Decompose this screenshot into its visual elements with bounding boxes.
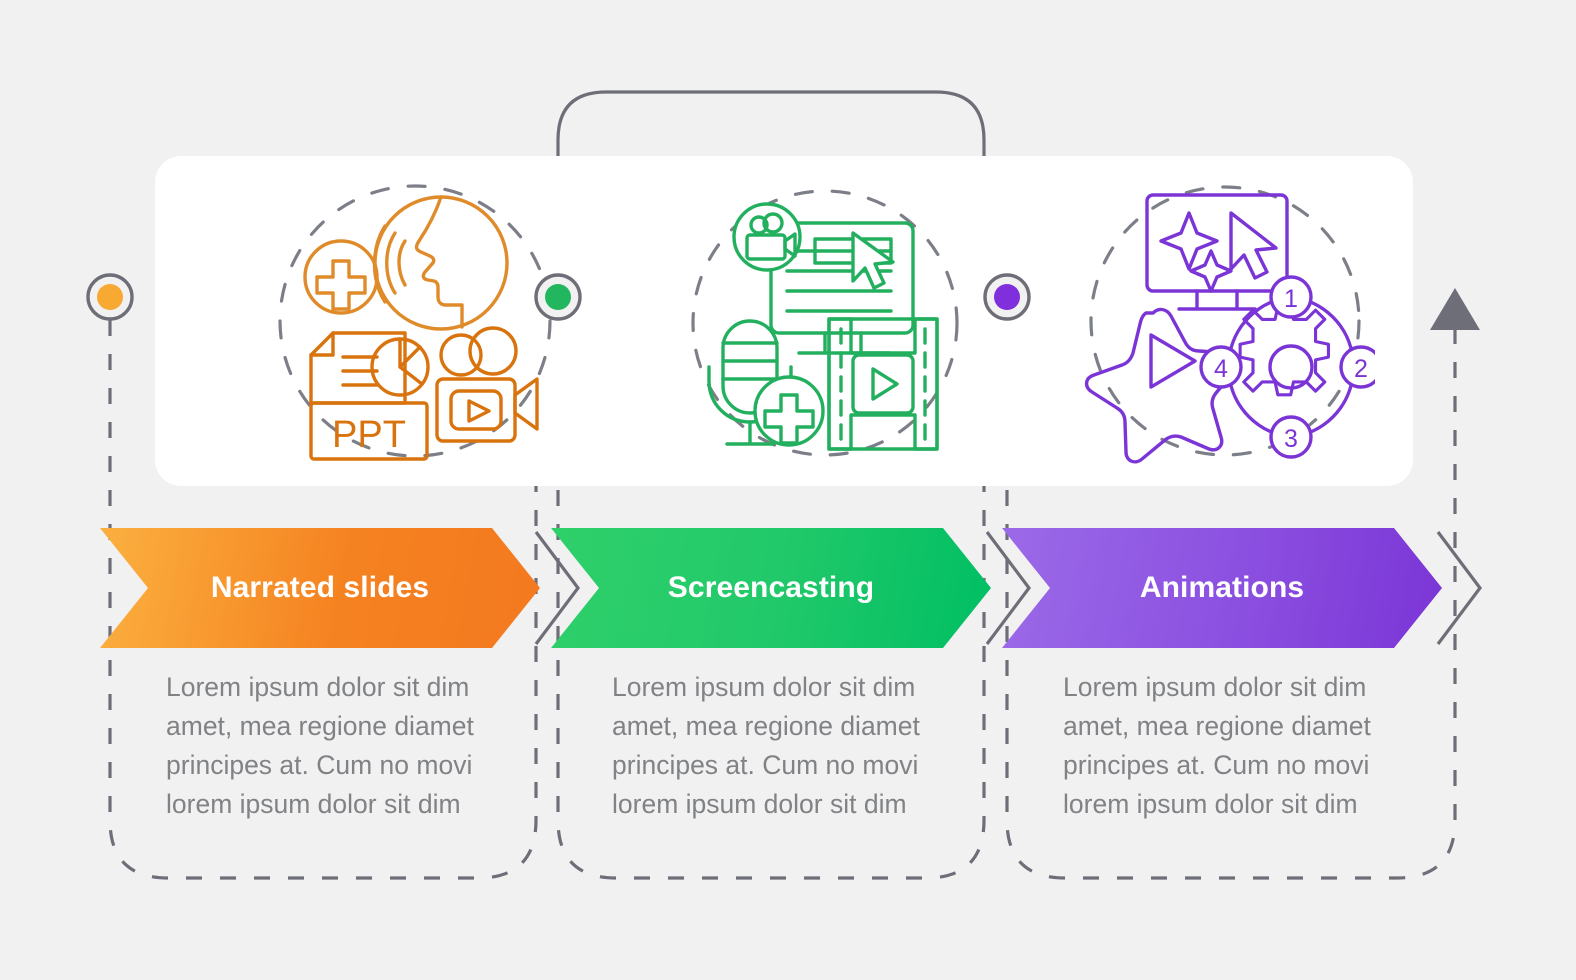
step-dot-3[interactable] xyxy=(983,273,1031,321)
step-banner-label: Screencasting xyxy=(667,571,875,604)
step-banner-animations[interactable]: Animations xyxy=(1002,528,1442,648)
infographic-root: PPT 1 2 3 4 Narrated slides Screencastin… xyxy=(0,0,1576,980)
chevron-separator-3 xyxy=(1436,531,1482,645)
step-banner-label: Narrated slides xyxy=(210,571,430,604)
step-dots-layer xyxy=(86,273,1031,321)
chevron-separator-1 xyxy=(534,531,580,645)
step-dot-1[interactable] xyxy=(86,273,134,321)
chevron-separator-2 xyxy=(985,531,1031,645)
step-description-screencasting: Lorem ipsum dolor sit dim amet, mea regi… xyxy=(612,672,920,819)
step-banner-label: Animations xyxy=(1139,571,1305,604)
step-description-animations: Lorem ipsum dolor sit dim amet, mea regi… xyxy=(1063,672,1371,819)
step-description-narrated-slides: Lorem ipsum dolor sit dim amet, mea regi… xyxy=(166,672,474,819)
step-dot-2[interactable] xyxy=(534,273,582,321)
step-banner-screencasting[interactable]: Screencasting xyxy=(551,528,991,648)
step-banner-narrated-slides[interactable]: Narrated slides xyxy=(100,528,540,648)
